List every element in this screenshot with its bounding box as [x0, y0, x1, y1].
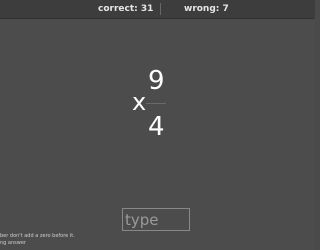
hint-text-line-1: ber don't add a zero before it. — [0, 233, 75, 239]
bottom-operand: 4 — [148, 112, 165, 142]
problem-divider-line — [146, 103, 166, 104]
game-screen: correct: 31 wrong: 7 x 9 4 ber don't add… — [0, 0, 315, 250]
answer-input[interactable] — [122, 208, 190, 231]
top-operand: 9 — [148, 66, 165, 96]
operator-sign: x — [132, 88, 147, 116]
hint-text-line-2: ng answer — [0, 240, 26, 246]
